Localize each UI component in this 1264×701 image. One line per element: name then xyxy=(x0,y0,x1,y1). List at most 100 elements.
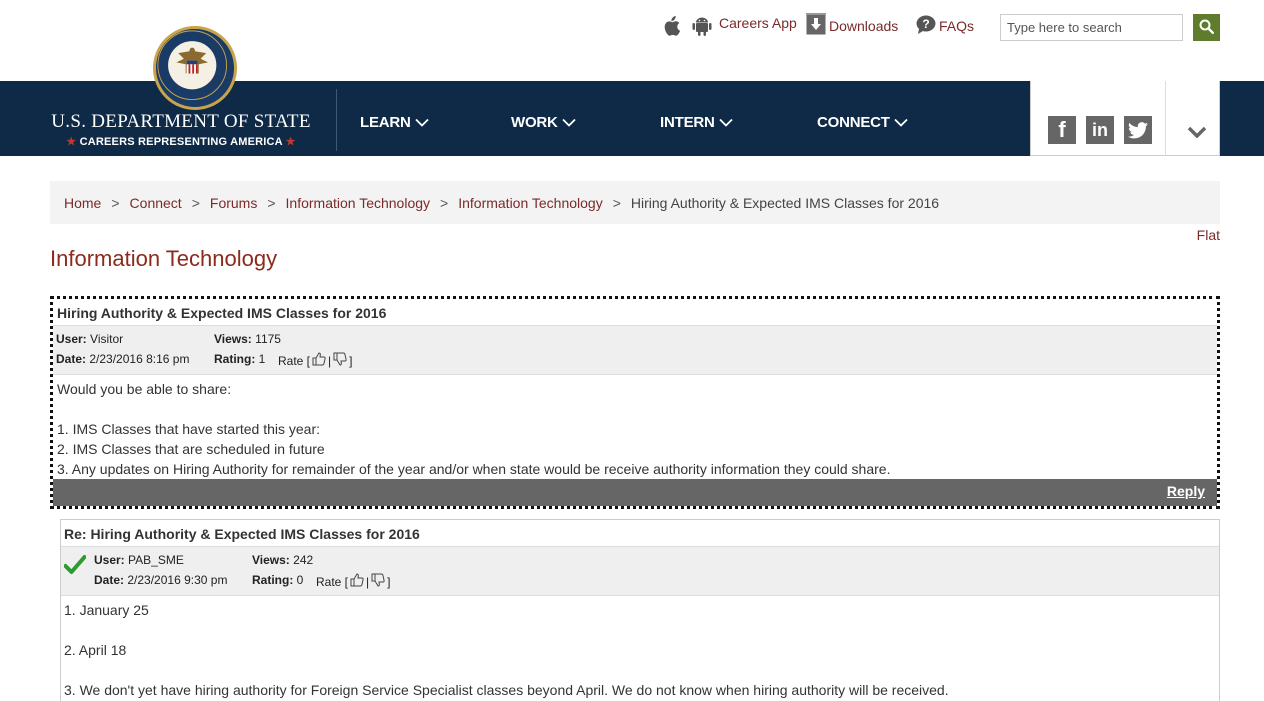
facebook-glyph: f xyxy=(1058,117,1066,142)
twitter-icon[interactable] xyxy=(1124,116,1152,144)
breadcrumb-information-technology-sub[interactable]: Information Technology xyxy=(458,195,603,211)
chevron-down-icon xyxy=(894,118,908,127)
post-title: Hiring Authority & Expected IMS Classes … xyxy=(53,299,1217,326)
faqs-link[interactable]: ? FAQs xyxy=(916,15,974,37)
post-date: Date: 2/23/2016 8:16 pm xyxy=(56,352,189,366)
views-value: 1175 xyxy=(255,332,281,346)
star-icon: ★ xyxy=(285,136,296,148)
thumbs-up-icon[interactable] xyxy=(312,352,326,369)
nav-learn[interactable]: LEARN xyxy=(360,114,429,131)
search-icon xyxy=(1199,19,1214,37)
flat-view-link[interactable]: Flat xyxy=(1197,227,1220,243)
rate-label: Rate [ xyxy=(278,353,311,368)
thumbs-down-icon[interactable] xyxy=(371,573,385,590)
post-meta: User: Visitor Date: 2/23/2016 8:16 pm Vi… xyxy=(53,326,1217,375)
facebook-icon[interactable]: f xyxy=(1048,116,1076,144)
breadcrumb-separator: > xyxy=(440,194,449,211)
body-line: 1. IMS Classes that have started this ye… xyxy=(57,421,321,437)
breadcrumb-separator: > xyxy=(191,194,200,211)
body-line xyxy=(64,620,1215,640)
post-rating: Rating: 1 xyxy=(214,352,265,366)
brand-wordmark[interactable]: U.S. DEPARTMENT OF STATE ★ CAREERS REPRE… xyxy=(50,111,312,148)
rate-label: Rate [ xyxy=(316,574,349,589)
question-icon: ? xyxy=(916,15,936,37)
breadcrumb-forums[interactable]: Forums xyxy=(210,195,257,211)
nav-intern-label: INTERN xyxy=(660,114,715,131)
android-icon[interactable] xyxy=(692,16,712,37)
chevron-down-icon[interactable] xyxy=(1187,125,1207,143)
forum-reply: Re: Hiring Authority & Expected IMS Clas… xyxy=(60,519,1220,701)
views-value: 242 xyxy=(293,553,314,567)
body-line: 2. April 18 xyxy=(64,642,127,658)
post-views: Views: 242 xyxy=(252,553,313,567)
social-panel: f in xyxy=(1030,81,1220,156)
linkedin-glyph: in xyxy=(1092,119,1108,140)
social-divider xyxy=(1165,81,1166,156)
apple-icon[interactable] xyxy=(662,16,680,36)
rating-label: Rating: xyxy=(252,573,294,587)
svg-text:?: ? xyxy=(922,17,929,31)
thumbs-down-icon[interactable] xyxy=(333,352,347,369)
post-user: User: PAB_SME xyxy=(94,553,184,567)
rate-separator: | xyxy=(366,574,370,589)
nav-connect[interactable]: CONNECT xyxy=(817,114,908,131)
downloads-label: Downloads xyxy=(829,17,899,34)
post-user: User: Visitor xyxy=(56,332,123,346)
rating-label: Rating: xyxy=(214,352,256,366)
thumbs-up-icon[interactable] xyxy=(350,573,364,590)
downloads-link[interactable]: Downloads xyxy=(806,13,898,38)
star-icon: ★ xyxy=(66,136,77,148)
breadcrumb-separator: > xyxy=(111,194,120,211)
nav-work[interactable]: WORK xyxy=(511,114,576,131)
brand-subtitle: ★ CAREERS REPRESENTING AMERICA ★ xyxy=(50,135,312,148)
views-label: Views: xyxy=(252,553,290,567)
nav-work-label: WORK xyxy=(511,114,558,131)
nav-learn-label: LEARN xyxy=(360,114,411,131)
reply-bar: Reply xyxy=(53,479,1217,506)
breadcrumb-current: Hiring Authority & Expected IMS Classes … xyxy=(630,194,940,211)
search-input[interactable] xyxy=(1000,14,1183,41)
user-label: User: xyxy=(56,332,87,346)
post-date: Date: 2/23/2016 9:30 pm xyxy=(94,573,227,587)
user-label: User: xyxy=(94,553,125,567)
rating-value: 0 xyxy=(296,573,304,587)
rate-controls: Rate [ | ] xyxy=(278,352,352,369)
user-value: Visitor xyxy=(90,332,124,346)
forum-post: Hiring Authority & Expected IMS Classes … xyxy=(50,296,1220,509)
careers-app-link[interactable]: Careers App xyxy=(719,15,797,31)
chevron-down-icon xyxy=(562,118,576,127)
date-value: 2/23/2016 9:30 pm xyxy=(127,573,228,587)
post-views: Views: 1175 xyxy=(214,332,281,346)
body-line: 3. Any updates on Hiring Authority for r… xyxy=(57,461,891,477)
date-label: Date: xyxy=(56,352,87,366)
nav-divider xyxy=(336,89,337,151)
reply-link[interactable]: Reply xyxy=(1167,483,1205,499)
post-body: Would you be able to share: 1. IMS Class… xyxy=(53,375,1217,479)
search-button[interactable] xyxy=(1193,14,1220,41)
nav-intern[interactable]: INTERN xyxy=(660,114,733,131)
rate-controls: Rate [ | ] xyxy=(316,573,390,590)
chevron-down-icon xyxy=(415,118,429,127)
linkedin-icon[interactable]: in xyxy=(1086,116,1114,144)
breadcrumb-connect[interactable]: Connect xyxy=(130,195,182,211)
page-title: Information Technology xyxy=(50,246,278,271)
brand-title: U.S. DEPARTMENT OF STATE xyxy=(51,111,311,132)
breadcrumb: Home > Connect > Forums > Information Te… xyxy=(50,181,1220,224)
breadcrumb-information-technology[interactable]: Information Technology xyxy=(286,195,431,211)
body-line xyxy=(64,660,1215,680)
download-icon xyxy=(806,13,826,38)
chevron-down-icon xyxy=(719,118,733,127)
body-line: 1. January 25 xyxy=(64,602,149,618)
breadcrumb-separator: > xyxy=(267,194,276,211)
body-line: 2. IMS Classes that are scheduled in fut… xyxy=(57,441,325,457)
department-seal-logo[interactable] xyxy=(153,26,237,110)
faqs-label: FAQs xyxy=(939,18,975,34)
breadcrumb-home[interactable]: Home xyxy=(64,195,101,211)
body-line xyxy=(57,399,1213,419)
nav-connect-label: CONNECT xyxy=(817,114,890,131)
rate-end: ] xyxy=(349,353,353,368)
post-rating: Rating: 0 xyxy=(252,573,303,587)
post-title: Re: Hiring Authority & Expected IMS Clas… xyxy=(61,520,1219,547)
body-line: Would you be able to share: xyxy=(57,381,232,397)
brand-subtitle-text: CAREERS REPRESENTING AMERICA xyxy=(79,136,283,148)
